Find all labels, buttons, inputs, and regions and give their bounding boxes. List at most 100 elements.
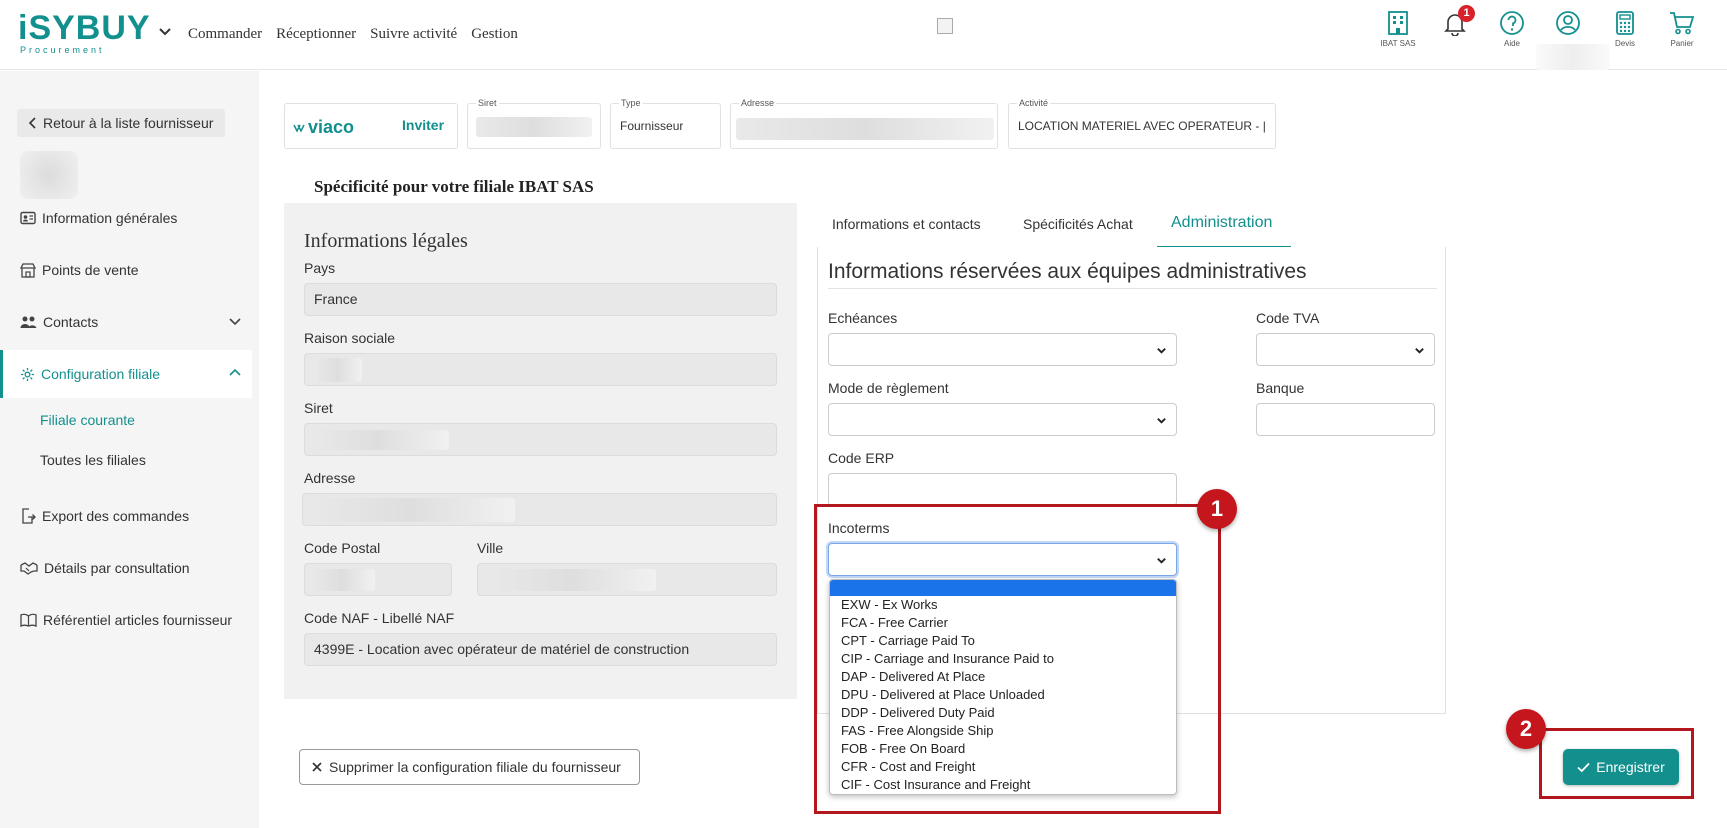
admin-divider bbox=[828, 288, 1437, 289]
activity-value: LOCATION MATERIEL AVEC OPERATEUR - | N..… bbox=[1018, 119, 1270, 133]
address-caption: Adresse bbox=[739, 98, 777, 108]
siret-field bbox=[304, 423, 777, 456]
code-erp-label: Code ERP bbox=[828, 450, 895, 466]
chevron-up-icon[interactable] bbox=[228, 366, 242, 380]
chevron-down-icon bbox=[1415, 348, 1424, 354]
raison-sociale-blurred bbox=[314, 358, 362, 382]
page-title: Spécificité pour votre filiale IBAT SAS bbox=[314, 177, 594, 196]
check-icon bbox=[1577, 762, 1590, 772]
pays-label: Pays bbox=[304, 260, 336, 276]
sidebar-item-label: Contacts bbox=[43, 314, 99, 330]
naf-field: 4399E - Location avec opérateur de matér… bbox=[304, 633, 777, 666]
logo-subtitle: Procurement bbox=[20, 45, 105, 55]
code-tva-select[interactable] bbox=[1256, 333, 1435, 366]
banque-label: Banque bbox=[1256, 380, 1305, 396]
legal-info-title: Informations légales bbox=[304, 230, 468, 252]
chevron-down-icon[interactable] bbox=[228, 314, 242, 328]
callout-number-1: 1 bbox=[1197, 489, 1237, 529]
ville-blurred bbox=[486, 569, 656, 591]
address-value-blurred bbox=[736, 118, 994, 140]
activity-caption: Activité bbox=[1017, 98, 1051, 108]
help-button[interactable]: Aide bbox=[1482, 10, 1542, 48]
raison-sociale-field bbox=[304, 353, 777, 386]
supplier-brand-card: viaco Inviter bbox=[284, 103, 458, 149]
cart-icon bbox=[1670, 12, 1695, 35]
gear-icon bbox=[20, 367, 35, 381]
company-switch[interactable]: IBAT SAS bbox=[1368, 10, 1428, 48]
address-card: Adresse bbox=[730, 98, 998, 149]
ville-field bbox=[477, 563, 777, 596]
close-icon bbox=[312, 762, 322, 772]
quotes-button[interactable]: Devis bbox=[1595, 10, 1655, 48]
store-icon bbox=[20, 262, 36, 278]
code-tva-label: Code TVA bbox=[1256, 310, 1320, 326]
code-erp-input[interactable] bbox=[828, 473, 1177, 506]
sidebar-subitem-toutes-les-filiales[interactable]: Toutes les filiales bbox=[40, 452, 146, 468]
sidebar-item-export-commandes[interactable]: Export des commandes bbox=[0, 492, 252, 540]
siret-caption: Siret bbox=[476, 98, 499, 108]
nav-receptionner[interactable]: Réceptionner bbox=[276, 26, 356, 43]
cart-label: Panier bbox=[1670, 39, 1694, 48]
sidebar-item-contacts[interactable]: Contacts bbox=[0, 298, 252, 346]
ville-label: Ville bbox=[477, 540, 504, 556]
sidebar-item-points-de-vente[interactable]: Points de vente bbox=[0, 246, 252, 294]
handshake-icon bbox=[20, 562, 38, 575]
quotes-label: Devis bbox=[1614, 39, 1635, 48]
chevron-down-icon bbox=[1157, 348, 1166, 354]
building-icon bbox=[1388, 11, 1408, 35]
invite-button[interactable]: Inviter bbox=[402, 117, 444, 133]
adresse-field bbox=[302, 493, 777, 526]
tab-specificites-achat[interactable]: Spécificités Achat bbox=[1023, 216, 1133, 232]
nav-gestion[interactable]: Gestion bbox=[471, 26, 518, 43]
brand-name: viaco bbox=[308, 117, 355, 137]
sidebar-item-information-generales[interactable]: Information générales bbox=[0, 194, 252, 242]
supplier-logo-blurred bbox=[20, 151, 78, 199]
sidebar-item-referentiel-articles[interactable]: Référentiel articles fournisseur bbox=[0, 596, 252, 644]
help-icon bbox=[1500, 11, 1524, 35]
nav-commander[interactable]: Commander bbox=[188, 26, 262, 43]
chevron-down-icon[interactable] bbox=[158, 24, 172, 38]
back-label: Retour à la liste fournisseur bbox=[43, 115, 214, 131]
notifications-button[interactable]: 1 bbox=[1425, 5, 1485, 36]
save-label: Enregistrer bbox=[1596, 759, 1665, 775]
type-value: Fournisseur bbox=[620, 119, 684, 133]
save-button[interactable]: Enregistrer bbox=[1563, 749, 1679, 785]
mode-reglement-label: Mode de règlement bbox=[828, 380, 949, 396]
tab-administration[interactable]: Administration bbox=[1171, 214, 1272, 232]
delete-config-button[interactable]: Supprimer la configuration filiale du fo… bbox=[299, 749, 640, 785]
help-label: Aide bbox=[1503, 39, 1520, 48]
sidebar-item-label: Information générales bbox=[42, 210, 178, 226]
mode-reglement-select[interactable] bbox=[828, 403, 1177, 436]
echeances-select[interactable] bbox=[828, 333, 1177, 366]
logo-text: iSYBUY bbox=[18, 9, 151, 47]
pays-field: France bbox=[304, 283, 777, 316]
siret-blurred bbox=[309, 430, 449, 450]
top-bar: iSYBUY Procurement Commander Réceptionne… bbox=[0, 0, 1727, 70]
sidebar-item-label: Export des commandes bbox=[42, 508, 190, 524]
delete-config-label: Supprimer la configuration filiale du fo… bbox=[329, 759, 621, 775]
tab-informations-contacts[interactable]: Informations et contacts bbox=[832, 216, 981, 232]
echeances-label: Echéances bbox=[828, 310, 898, 326]
code-postal-label: Code Postal bbox=[304, 540, 381, 556]
type-caption: Type bbox=[619, 98, 643, 108]
banque-input[interactable] bbox=[1256, 403, 1435, 436]
cart-button[interactable]: Panier bbox=[1652, 10, 1712, 48]
sidebar: Retour à la liste fournisseur Informatio… bbox=[0, 71, 259, 828]
siret-label: Siret bbox=[304, 400, 333, 416]
naf-label: Code NAF - Libellé NAF bbox=[304, 610, 455, 626]
user-account-button[interactable] bbox=[1538, 10, 1598, 36]
notification-badge: 1 bbox=[1458, 5, 1475, 22]
nav-suivre-activite[interactable]: Suivre activité bbox=[370, 26, 457, 43]
callout-box-1 bbox=[814, 504, 1221, 814]
viaco-mark-icon bbox=[293, 124, 305, 133]
app-logo[interactable]: iSYBUY Procurement bbox=[18, 10, 151, 55]
code-postal-field bbox=[304, 563, 452, 596]
sidebar-item-details-consultation[interactable]: Détails par consultation bbox=[0, 544, 252, 592]
raison-sociale-label: Raison sociale bbox=[304, 330, 396, 346]
broken-image-icon bbox=[937, 18, 953, 34]
company-label: IBAT SAS bbox=[1380, 39, 1416, 48]
back-to-supplier-list-button[interactable]: Retour à la liste fournisseur bbox=[17, 109, 226, 137]
id-card-icon bbox=[20, 211, 36, 225]
sidebar-item-configuration-filiale[interactable]: Configuration filiale bbox=[0, 350, 252, 398]
sidebar-subitem-filiale-courante[interactable]: Filiale courante bbox=[40, 412, 135, 428]
